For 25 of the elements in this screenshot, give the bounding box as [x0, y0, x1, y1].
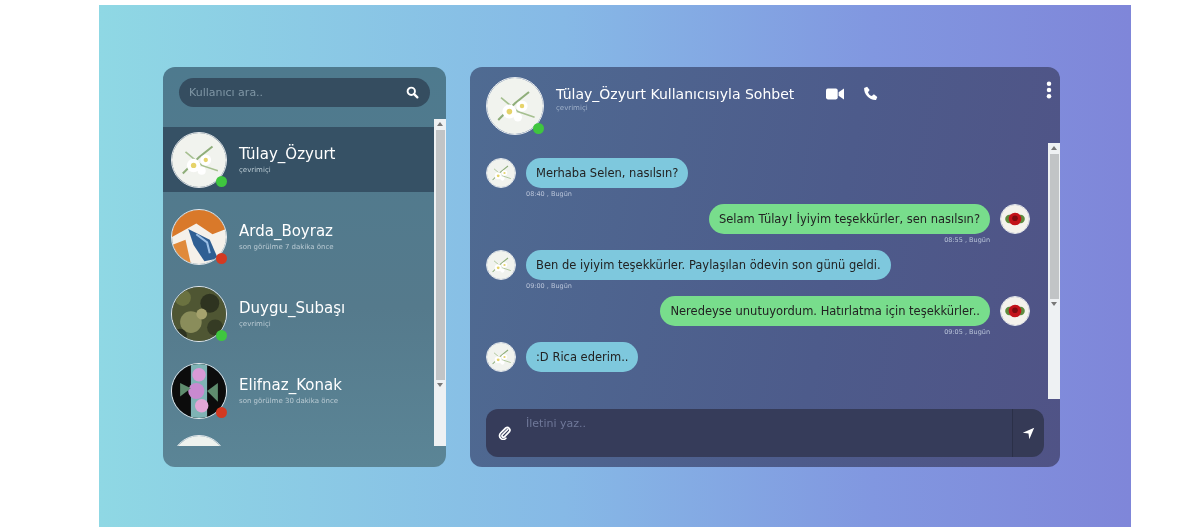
scroll-down-icon[interactable] [1051, 302, 1057, 306]
search-icon [406, 86, 419, 99]
scroll-down-icon[interactable] [437, 383, 443, 387]
contact-name: Tülay_Özyurt [239, 145, 336, 163]
message-bubble: Ben de iyiyim teşekkürler. Paylaşılan ödevin son günü geldi. [526, 250, 891, 280]
send-button[interactable] [1012, 409, 1044, 457]
contact-name: Arda_Boyraz [239, 222, 334, 240]
scroll-up-icon[interactable] [437, 122, 443, 126]
contact-name: Elifnaz_Konak [239, 376, 342, 394]
message-bubble: Selam Tülay! İyiyim teşekkürler, sen nasılsın? [708, 204, 990, 234]
message-bubble: Merhaba Selen, nasılsın? [526, 158, 689, 188]
message-bubble: Neredeyse unutuyordum. Hatırlatma için teşekkürler.. [660, 296, 990, 326]
send-icon [1022, 426, 1035, 440]
scroll-up-icon[interactable] [1051, 146, 1057, 150]
chat-title: Tülay_Özyurt Kullanıcısıyla Sohbet [556, 85, 795, 102]
more-options-icon[interactable] [1046, 81, 1052, 99]
message-input[interactable]: İletini yaz.. [486, 409, 1012, 457]
scrollbar[interactable] [434, 119, 446, 446]
scrollbar[interactable] [1048, 143, 1060, 399]
phone-icon[interactable] [862, 85, 880, 102]
search-field[interactable]: Kullanıcı ara.. [179, 78, 430, 107]
paperclip-icon[interactable] [498, 426, 512, 440]
message-bubble: :D Rica ederim.. [526, 342, 639, 372]
video-camera-icon[interactable] [826, 86, 845, 101]
contact-name: Duygu_Subaşı [239, 299, 346, 317]
